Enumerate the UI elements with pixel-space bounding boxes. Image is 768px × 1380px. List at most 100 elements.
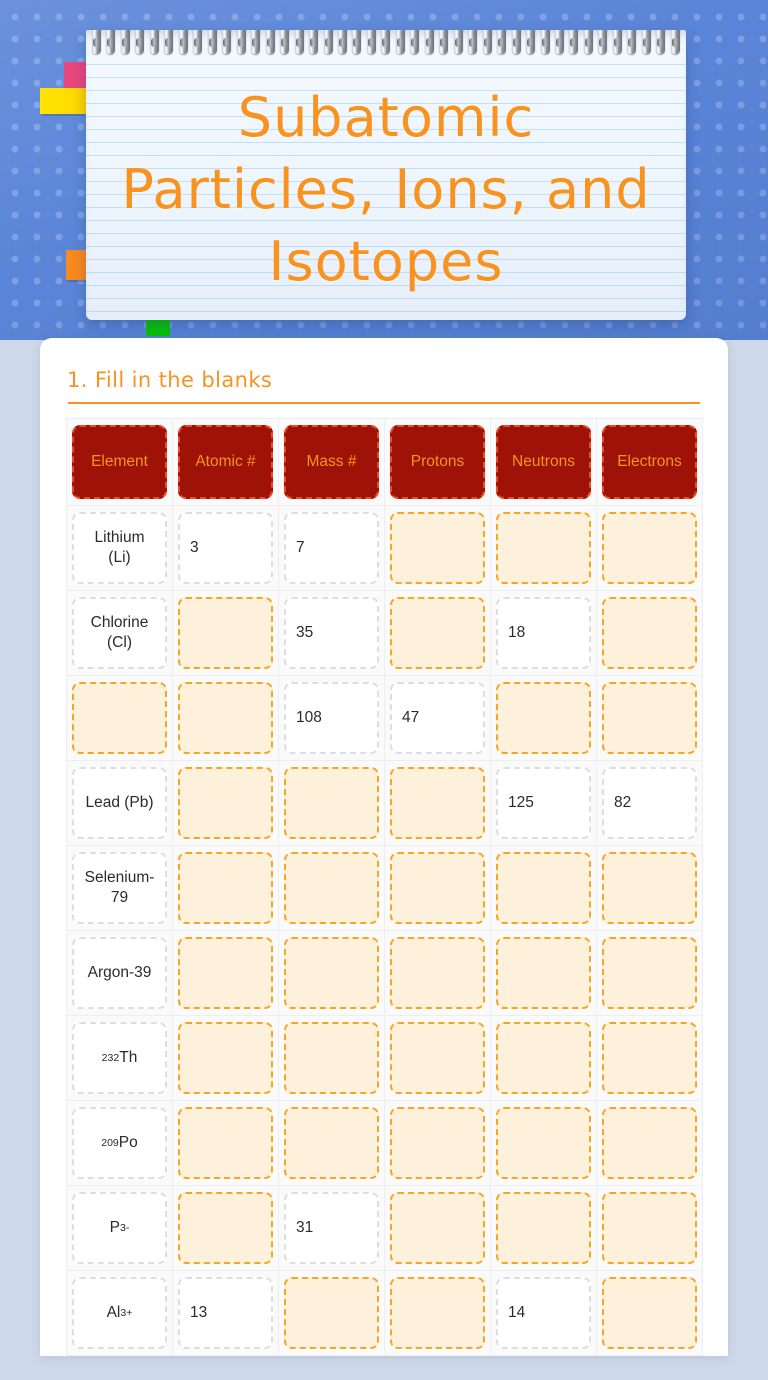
table-cell: [490, 845, 597, 931]
answer-cell-filled: Lithium (Li): [72, 512, 167, 584]
answer-cell-filled: 18: [496, 597, 591, 669]
answer-cell-blank[interactable]: [496, 682, 591, 754]
table-cell: [278, 1015, 385, 1101]
table-cell: [66, 675, 173, 761]
table-row: Lithium (Li) 3 7: [66, 505, 703, 591]
answer-cell-blank[interactable]: [178, 1107, 273, 1179]
answer-cell-blank[interactable]: [284, 1277, 379, 1349]
answer-cell-blank[interactable]: [496, 1107, 591, 1179]
answer-cell-blank[interactable]: [390, 597, 485, 669]
answer-cell-blank[interactable]: [602, 1277, 697, 1349]
answer-cell-blank[interactable]: [178, 1022, 273, 1094]
spiral-ring-icon: [555, 30, 564, 54]
spiral-ring-icon: [337, 30, 347, 54]
table-cell: [172, 760, 279, 846]
table-cell: Lead (Pb): [66, 760, 173, 846]
table-cell: Al 3+: [66, 1270, 173, 1356]
answer-cell-blank[interactable]: [390, 1107, 485, 1179]
answer-cell-blank[interactable]: [602, 1107, 697, 1179]
answer-cell-blank[interactable]: [496, 1192, 591, 1264]
answer-cell-blank[interactable]: [178, 682, 273, 754]
answer-cell-blank[interactable]: [178, 1192, 273, 1264]
answer-cell-filled: 108: [284, 682, 379, 754]
table-cell: [172, 590, 279, 676]
spiral-ring-icon: [92, 30, 101, 54]
answer-cell-blank[interactable]: [390, 937, 485, 1009]
spiral-ring-icon: [569, 30, 579, 54]
answer-cell-blank[interactable]: [496, 937, 591, 1009]
notepad: Subatomic Particles, Ions, and Isotopes: [86, 30, 686, 320]
answer-cell-filled: 3: [178, 512, 273, 584]
spiral-ring-icon: [598, 30, 608, 54]
answer-cell-blank[interactable]: [284, 1022, 379, 1094]
answer-cell-blank[interactable]: [602, 937, 697, 1009]
table-cell: [172, 845, 279, 931]
table-cell: [490, 1185, 597, 1271]
answer-cell-blank[interactable]: [602, 1192, 697, 1264]
table-cell: [596, 1270, 703, 1356]
section-divider: [68, 402, 700, 404]
table-cell: 18: [490, 590, 597, 676]
answer-cell-blank[interactable]: [284, 767, 379, 839]
table-cell: [596, 1185, 703, 1271]
answer-cell-blank[interactable]: [390, 852, 485, 924]
answer-cell-blank[interactable]: [390, 767, 485, 839]
spiral-ring-icon: [468, 30, 478, 54]
table-row: 108 47: [66, 675, 703, 761]
answer-cell-blank[interactable]: [496, 512, 591, 584]
answer-cell-blank[interactable]: [602, 597, 697, 669]
answer-cell-filled: Al 3+: [72, 1277, 167, 1349]
answer-cell-blank[interactable]: [602, 1022, 697, 1094]
answer-cell-blank[interactable]: [390, 1277, 485, 1349]
table-cell: 35: [278, 590, 385, 676]
answer-cell-blank[interactable]: [602, 512, 697, 584]
answer-cell-blank[interactable]: [284, 1107, 379, 1179]
answer-cell-blank[interactable]: [390, 1022, 485, 1094]
table-cell: Chlorine (Cl): [66, 590, 173, 676]
spiral-ring-icon: [135, 30, 145, 54]
answer-cell-blank[interactable]: [602, 682, 697, 754]
spiral-ring-icon: [251, 30, 261, 54]
answer-cell-blank[interactable]: [284, 937, 379, 1009]
table-cell: 3: [172, 505, 279, 591]
answer-cell-blank[interactable]: [178, 767, 273, 839]
table-cell: [490, 505, 597, 591]
table-header-cell: Mass #: [278, 418, 385, 506]
answer-cell-blank[interactable]: [390, 1192, 485, 1264]
table-row: Argon-39: [66, 930, 703, 1016]
column-header-protons: Protons: [390, 425, 485, 499]
answer-cell-blank[interactable]: [496, 852, 591, 924]
column-header-element: Element: [72, 425, 167, 499]
spiral-ring-icon: [410, 30, 420, 54]
answer-cell-blank[interactable]: [390, 512, 485, 584]
spiral-binding-icon: [86, 30, 686, 56]
column-header-electrons: Electrons: [602, 425, 697, 499]
answer-cell-filled: 13: [178, 1277, 273, 1349]
answer-cell-filled: Selenium-79: [72, 852, 167, 924]
answer-cell-filled: 14: [496, 1277, 591, 1349]
answer-cell-blank[interactable]: [178, 937, 273, 1009]
table-cell: 47: [384, 675, 491, 761]
answer-cell-blank[interactable]: [178, 597, 273, 669]
table-cell: [278, 760, 385, 846]
spiral-ring-icon: [207, 30, 217, 54]
table-cell: [384, 505, 491, 591]
spiral-ring-icon: [656, 30, 666, 54]
answer-cell-blank[interactable]: [602, 852, 697, 924]
table-cell: [384, 930, 491, 1016]
table-cell: 108: [278, 675, 385, 761]
answer-cell-blank[interactable]: [496, 1022, 591, 1094]
spiral-ring-icon: [612, 30, 622, 54]
answer-cell-blank[interactable]: [284, 852, 379, 924]
table-cell: [172, 1100, 279, 1186]
spiral-ring-icon: [309, 30, 319, 54]
spiral-ring-icon: [323, 30, 333, 54]
spiral-ring-icon: [627, 30, 637, 54]
table-cell: [490, 1015, 597, 1101]
answer-cell-blank[interactable]: [72, 682, 167, 754]
spiral-ring-icon: [178, 30, 188, 54]
spiral-ring-icon: [540, 30, 550, 54]
column-header-neutrons: Neutrons: [496, 425, 591, 499]
table-row: Al 3+ 13 14: [66, 1270, 703, 1356]
answer-cell-blank[interactable]: [178, 852, 273, 924]
